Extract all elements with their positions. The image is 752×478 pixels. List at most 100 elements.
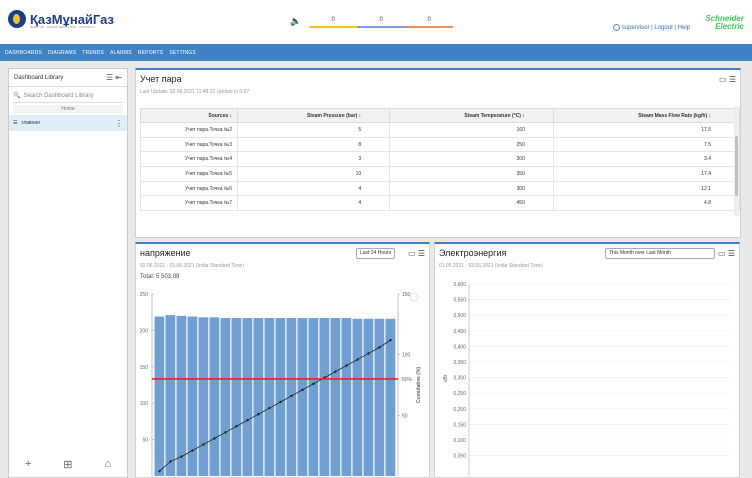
reset-zoom-icon [409, 292, 419, 302]
y-tick-label: 0,450 [453, 329, 466, 335]
column-header[interactable]: Sources ↕ [139, 108, 239, 123]
voltage-bar [220, 318, 231, 476]
energy-subtitle: 01.05.2021 - 03.06.2021 (India Standard … [439, 263, 543, 269]
voltage-title: напряжение [140, 248, 191, 258]
library-item[interactable]: ☰ главная ⋮ [9, 115, 127, 131]
add-icon[interactable]: + [25, 458, 31, 471]
table-cell: 4 [237, 195, 391, 212]
voltage-bar [176, 315, 187, 476]
cumulative-point [180, 455, 183, 458]
voltage-bar [330, 318, 341, 476]
search-input[interactable]: Search Dashboard Library [23, 93, 93, 99]
y-tick-label: 0,150 [453, 422, 466, 428]
column-header[interactable]: Steam Pressure (bar) ↕ [237, 108, 391, 123]
library-item-label: главная [21, 120, 40, 126]
cumulative-point [301, 388, 304, 392]
voltage-bar [253, 318, 264, 476]
energy-title: Электроэнергия [439, 248, 507, 258]
brand-logo[interactable]: ҚазМұнайГаз ЭНЕРГИЯ · ВЗАИМОДЕЙСТВИЕ · П… [8, 10, 114, 29]
column-header[interactable]: Steam Temperature (°C) ↕ [389, 108, 554, 123]
table-row[interactable]: Учет пара.Точка №4 3 300 3.4 [139, 151, 741, 168]
speaker-icon[interactable]: 🔈 [290, 16, 301, 27]
library-footer: + ⊞ ⌂ [9, 458, 127, 471]
user-icon [612, 24, 620, 31]
steam-panel: Учет пара Last Update: 03.06.2021 11:48:… [135, 68, 741, 238]
voltage-bar [264, 318, 275, 476]
energy-panel-actions[interactable]: ▭ ☰ [718, 249, 735, 258]
nav-diagrams[interactable]: DIAGRAMS [48, 50, 76, 56]
cumulative-point [257, 412, 260, 416]
table-row[interactable]: Учет пара.Точка №6 4 300 12.1 [139, 180, 741, 197]
table-cell: Учет пара.Точка №6 [139, 180, 239, 197]
voltage-panel-actions[interactable]: ▭ ☰ [408, 249, 425, 258]
alarm-count-medium[interactable]: 0 [357, 14, 406, 28]
table-cell: 7.5 [552, 136, 741, 153]
voltage-bar [209, 317, 220, 476]
cumulative-point [235, 425, 238, 428]
y2-tick-label: 150 [402, 292, 411, 298]
help-link[interactable]: Help [678, 25, 690, 31]
table-row[interactable]: Учет пара.Точка №7 4 450 4.8 [139, 195, 741, 212]
voltage-bar [374, 318, 385, 476]
voltage-bar [319, 318, 330, 476]
voltage-bar [297, 318, 308, 476]
steam-subtitle: Last Update: 03.06.2021 11:48:32 Update … [140, 89, 250, 95]
table-cell: Учет пара.Точка №2 [139, 122, 239, 138]
voltage-bar [352, 318, 363, 476]
voltage-bar [308, 318, 319, 476]
library-search[interactable]: 🔍 Search Dashboard Library [13, 89, 123, 103]
voltage-bar [363, 318, 374, 476]
logo-mark-icon [8, 10, 26, 28]
table-cell: 17.5 [552, 122, 741, 138]
energy-range-select[interactable]: This Month over Last Month [605, 248, 715, 259]
cumulative-point [279, 400, 282, 404]
cumulative-point [345, 364, 348, 367]
vendor-logo: Schneider Electric [696, 15, 744, 31]
table-cell: 4 [237, 180, 391, 197]
more-options-icon[interactable]: ⋮ [115, 119, 123, 128]
y-tick-label: 0,050 [453, 454, 466, 460]
table-row[interactable]: Учет пара.Точка №2 5 160 17.5 [139, 122, 741, 138]
y-tick-label: 200 [140, 328, 149, 334]
table-row[interactable]: Учет пара.Точка №3 8 250 7.5 [139, 136, 741, 153]
nav-dashboards[interactable]: DASHBOARDS [5, 50, 42, 56]
username-link[interactable]: supervisor [622, 25, 650, 31]
y-tick-label: 0,500 [453, 313, 466, 319]
voltage-bar [198, 317, 209, 476]
alarm-count-high[interactable]: 0 [309, 14, 358, 28]
new-folder-icon[interactable]: ⊞ [63, 458, 72, 471]
panel-actions[interactable]: ▭ ☰ [719, 75, 736, 84]
cumulative-point [246, 418, 249, 422]
column-header[interactable]: Steam Mass Flow Rate (kg/h) ↕ [552, 108, 741, 123]
voltage-chart: 250 200 150 100 50 150 100 50 Cumulative (%)80% [140, 292, 422, 476]
nav-alarms[interactable]: ALARMS [110, 50, 132, 56]
library-menu-icon[interactable]: ☰ ⇤ [106, 73, 122, 82]
y-tick-label: 0,600 [453, 282, 466, 288]
cumulative-point [213, 437, 216, 440]
y-tick-label: 0,300 [453, 376, 466, 382]
main-nav: DASHBOARDS DIAGRAMS TRENDS ALARMS REPORT… [0, 44, 752, 61]
table-cell: 5 [237, 122, 391, 138]
voltage-bar [341, 318, 352, 476]
top-bar: ҚазМұнайГаз ЭНЕРГИЯ · ВЗАИМОДЕЙСТВИЕ · П… [0, 0, 752, 44]
alarm-summary[interactable]: 🔈 0 0 0 [290, 14, 454, 28]
table-cell: 8 [237, 136, 391, 153]
table-cell: 350 [389, 166, 554, 182]
cumulative-point [191, 449, 194, 452]
home-icon[interactable]: ⌂ [104, 458, 111, 471]
table-cell: 4.8 [552, 195, 741, 212]
cumulative-point [356, 358, 359, 361]
table-cell: Учет пара.Точка №4 [139, 151, 239, 168]
nav-settings[interactable]: SETTINGS [169, 50, 196, 56]
logout-link[interactable]: Logout [654, 25, 672, 31]
voltage-range-select[interactable]: Last 24 Hours [356, 248, 396, 259]
table-cell: 3.4 [552, 151, 741, 168]
table-row[interactable]: Учет пара.Точка №5 10 350 17.4 [139, 166, 741, 182]
voltage-bar [242, 318, 253, 476]
nav-trends[interactable]: TRENDS [82, 50, 104, 56]
table-scrollbar[interactable] [734, 106, 739, 216]
alarm-count-low[interactable]: 0 [405, 14, 454, 28]
y-tick-label: 0,250 [453, 391, 466, 397]
voltage-bar [165, 315, 176, 476]
nav-reports[interactable]: REPORTS [138, 50, 163, 56]
